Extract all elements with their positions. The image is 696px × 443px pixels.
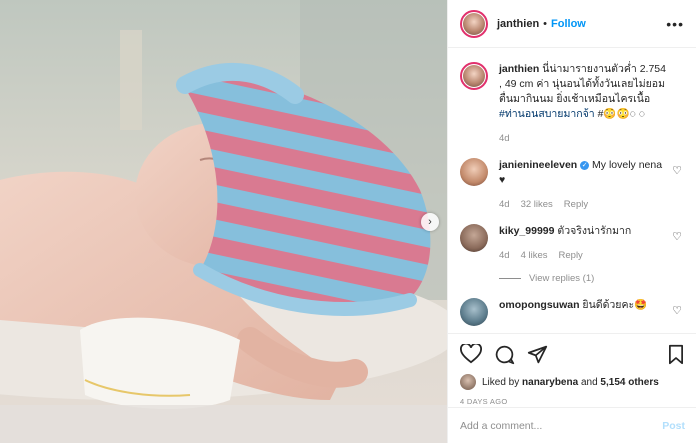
- comment-avatar[interactable]: [460, 224, 488, 252]
- reply-button[interactable]: Reply: [559, 248, 583, 263]
- comment-item: kiky_99999 ตัวจริงน่ารักมาก 4d 4 likes R…: [460, 224, 684, 263]
- comment-item: omopongsuwan ยินดีด้วยคะ🤩 ♡: [460, 298, 684, 326]
- caption-emoji: #😳😳◌ ◌: [597, 108, 645, 120]
- liked-by-and: and: [580, 376, 598, 388]
- baby-photo-illustration: [0, 0, 447, 443]
- author-avatar[interactable]: [460, 9, 488, 38]
- comment-age: 4d: [499, 250, 510, 261]
- comment-like-heart-icon[interactable]: ♡: [672, 164, 682, 177]
- carousel-next-button[interactable]: ›: [421, 213, 439, 231]
- caption-age: 4d: [499, 133, 510, 144]
- caption-username[interactable]: janthien: [499, 63, 539, 75]
- post-date: 4 DAYS AGO: [460, 397, 508, 406]
- add-comment-bar: Add a comment... Post: [448, 407, 696, 443]
- caption: janthien นี่น่ามารายงานตัวค่ำ 2.754 , 49…: [460, 62, 684, 146]
- liked-by-count[interactable]: 5,154 others: [600, 377, 658, 388]
- liker-avatar[interactable]: [460, 374, 476, 390]
- comment-likes[interactable]: 32 likes: [521, 197, 553, 212]
- view-replies-button[interactable]: View replies (1): [499, 273, 684, 284]
- post-comment-button[interactable]: Post: [662, 420, 685, 432]
- header-separator: •: [543, 17, 548, 30]
- view-replies-line: [499, 278, 521, 279]
- reply-button[interactable]: Reply: [564, 197, 588, 212]
- bookmark-icon[interactable]: [667, 344, 685, 365]
- verified-badge-icon: ✓: [580, 160, 590, 170]
- liked-by: Liked by nanarybena and 5,154 others: [460, 374, 685, 390]
- follow-button[interactable]: Follow: [551, 18, 586, 30]
- add-comment-input[interactable]: Add a comment...: [460, 420, 662, 432]
- post-photo[interactable]: ›: [0, 0, 447, 443]
- liked-by-user[interactable]: nanarybena: [522, 377, 578, 388]
- like-heart-icon[interactable]: [460, 344, 482, 364]
- comment-username[interactable]: janienineeleven: [499, 159, 577, 171]
- view-replies-label[interactable]: View replies (1): [529, 273, 594, 284]
- post-actions: Liked by nanarybena and 5,154 others 4 D…: [448, 333, 696, 406]
- comment-likes[interactable]: 4 likes: [521, 248, 548, 263]
- caption-avatar[interactable]: [460, 62, 488, 90]
- liked-by-prefix: Liked by: [482, 376, 520, 388]
- comment-text: ตัวจริงน่ารักมาก: [557, 225, 632, 237]
- comment-like-heart-icon[interactable]: ♡: [672, 304, 682, 317]
- post-side-panel: janthien • Follow ••• janthien นี่น่ามาร…: [447, 0, 696, 443]
- post-header: janthien • Follow •••: [448, 0, 696, 48]
- comment-age: 4d: [499, 199, 510, 210]
- comment-item: janienineeleven ✓ My lovely nena ♥ 4d 32…: [460, 158, 684, 212]
- comment-text: ยินดีด้วยคะ🤩: [582, 299, 648, 311]
- comment-like-heart-icon[interactable]: ♡: [672, 230, 682, 243]
- caption-hashtag[interactable]: #ท่านอนสบายมากจ้า: [499, 108, 595, 120]
- comment-icon[interactable]: [494, 344, 515, 365]
- comment-username[interactable]: kiky_99999: [499, 225, 554, 237]
- comment-username[interactable]: omopongsuwan: [499, 299, 580, 311]
- comments-list[interactable]: janthien นี่น่ามารายงานตัวค่ำ 2.754 , 49…: [448, 48, 696, 332]
- more-options-icon[interactable]: •••: [666, 16, 684, 32]
- comment-avatar[interactable]: [460, 298, 488, 326]
- author-username[interactable]: janthien: [497, 18, 539, 30]
- share-icon[interactable]: [527, 344, 548, 365]
- comment-avatar[interactable]: [460, 158, 488, 186]
